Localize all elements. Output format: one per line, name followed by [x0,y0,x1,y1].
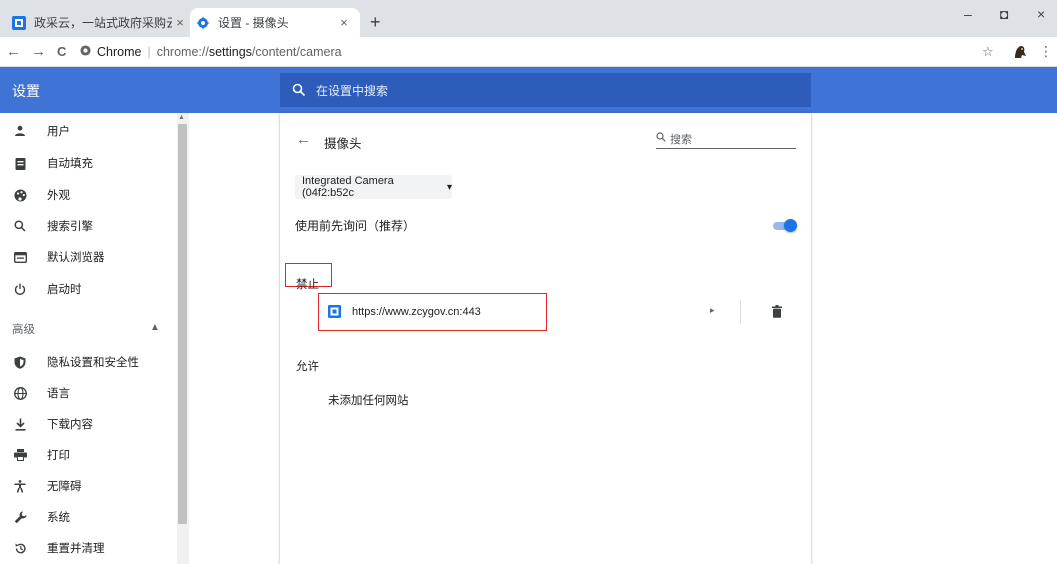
toggle-knob [784,219,797,232]
camera-device-value: Integrated Camera (04f2:b52c [302,175,394,199]
ask-before-access-toggle[interactable] [773,219,797,233]
sidebar-item-system[interactable]: 系统 [0,502,175,532]
settings-header: 设置 在设置中搜索 [0,67,1057,113]
sidebar-item-default-browser[interactable]: 默认浏览器 [0,242,175,272]
settings-gear-icon [196,15,210,30]
search-icon [292,83,306,97]
download-icon [10,418,30,431]
window-close-button[interactable]: × [1037,6,1045,22]
forward-button[interactable]: → [31,43,46,60]
sidebar-item-accessibility[interactable]: 无障碍 [0,471,175,501]
sidebar-item-downloads[interactable]: 下载内容 [0,409,175,439]
advanced-section-label[interactable]: 高级 [12,321,35,337]
sidebar-item-label: 搜索引擎 [47,221,93,233]
sidebar-item-label: 无障碍 [47,481,82,493]
browser-icon [10,251,30,263]
sidebar-item-reset[interactable]: 重置并清理 [0,533,175,563]
shield-icon [10,356,30,369]
palette-icon [10,189,30,202]
expand-arrow-icon[interactable]: ▸ [710,305,715,316]
printer-icon [10,449,30,461]
sidebar-item-label: 下载内容 [47,419,93,431]
tab-close-icon[interactable]: × [336,15,352,30]
sidebar-item-privacy[interactable]: 隐私设置和安全性 [0,347,175,377]
scroll-up-arrow-icon[interactable]: ▲ [178,114,185,121]
tab-settings-camera[interactable]: 设置 - 摄像头 × [190,8,360,37]
sidebar-item-printing[interactable]: 打印 [0,440,175,470]
sidebar-item-on-startup[interactable]: 启动时 [0,274,175,304]
camera-device-select[interactable]: Integrated Camera (04f2:b52c ▾ [295,175,452,199]
minimize-button[interactable]: – [964,6,972,22]
chrome-menu-button[interactable]: ⋮ [1039,43,1053,60]
camera-settings-card: ← 摄像头 搜索 Integrated Camera (04f2:b52c ▾ … [280,113,811,564]
search-placeholder: 搜索 [670,133,692,146]
settings-sidebar: 用户 自动填充 外观 搜索引擎 默认浏览器 启动时 高级 ▲ 隐私设置和安全性 … [0,113,175,564]
zcy-favicon-icon [12,15,26,30]
search-icon [10,220,30,232]
address-bar[interactable]: Chrome | chrome://settings/content/camer… [80,42,960,62]
clipboard-icon [10,157,30,170]
browser-tab-strip: 政采云，一站式政府采购云平台 × 设置 - 摄像头 × + – ◘ × [0,0,1057,37]
sidebar-item-label: 用户 [47,126,70,138]
reload-button[interactable]: C [57,44,66,59]
sidebar-item-label: 重置并清理 [47,543,105,555]
wrench-icon [10,511,30,524]
site-search-input[interactable]: 搜索 [656,129,796,149]
back-button[interactable]: ← [6,43,21,60]
globe-icon [10,386,30,400]
bookmark-star-icon[interactable]: ☆ [982,44,994,60]
sidebar-item-label: 系统 [47,512,70,524]
tab-title: 设置 - 摄像头 [218,16,289,30]
tab-zcygov[interactable]: 政采云，一站式政府采购云平台 × [6,8,196,37]
restore-icon [10,542,30,555]
sidebar-item-label: 外观 [47,190,70,202]
sidebar-item-label: 打印 [47,450,70,462]
power-icon [10,283,30,295]
url-prefix: chrome:// [156,45,209,59]
sidebar-item-label: 自动填充 [47,158,93,170]
allow-empty-message: 未添加任何网站 [328,395,409,407]
site-label: Chrome [97,45,142,59]
sidebar-item-label: 默认浏览器 [47,252,105,264]
trash-icon[interactable] [772,305,782,318]
sidebar-item-people[interactable]: 用户 [0,116,175,146]
allow-section-label: 允许 [296,361,319,373]
new-tab-button[interactable]: + [370,12,381,33]
back-arrow-button[interactable]: ← [296,131,311,148]
site-highlight-box [318,293,547,331]
page-subtitle: 摄像头 [324,137,362,151]
sidebar-scrollbar-thumb[interactable] [178,124,187,524]
sidebar-item-search-engine[interactable]: 搜索引擎 [0,211,175,241]
blocked-site-row[interactable]: https://www.zcygov.cn:443 ▸ [316,293,811,331]
sidebar-item-languages[interactable]: 语言 [0,378,175,408]
search-placeholder: 在设置中搜索 [316,83,389,98]
ask-before-access-label: 使用前先询问（推荐） [295,219,416,233]
dropdown-caret-icon: ▾ [446,181,452,193]
url-path: /content/camera [251,45,342,59]
profile-avatar[interactable] [1012,44,1028,60]
row-divider [740,300,741,324]
tab-close-icon[interactable]: × [172,15,188,30]
person-icon [10,125,30,137]
maximize-button[interactable]: ◘ [1000,6,1008,22]
sidebar-item-label: 隐私设置和安全性 [47,357,139,369]
block-section-label: 禁止 [296,279,319,291]
search-icon [656,132,666,145]
sidebar-item-label: 语言 [47,388,70,400]
sidebar-item-autofill[interactable]: 自动填充 [0,148,175,178]
page-title: 设置 [12,83,40,99]
tab-title: 政采云，一站式政府采购云平台 [34,16,172,30]
url-host: settings [208,45,252,59]
omnibox-separator: | [147,45,151,59]
accessibility-icon [10,479,30,493]
browser-toolbar: ← → C Chrome | chrome://settings/content… [0,37,1057,67]
chrome-site-icon [80,45,91,59]
collapse-caret-icon[interactable]: ▲ [150,322,160,333]
sidebar-item-label: 启动时 [47,284,82,296]
settings-search-input[interactable]: 在设置中搜索 [280,73,811,107]
sidebar-item-appearance[interactable]: 外观 [0,180,175,210]
